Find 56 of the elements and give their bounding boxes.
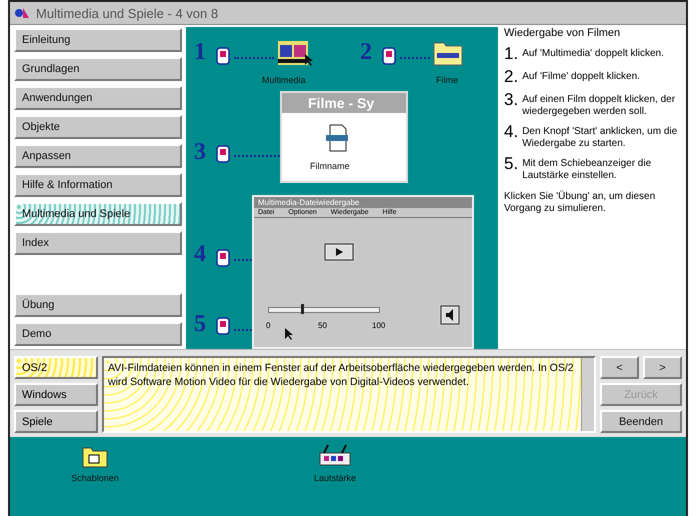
step-text: Auf 'Multimedia' doppelt klicken. xyxy=(522,47,664,60)
step-number: 2 xyxy=(360,39,372,66)
mouse-icon xyxy=(216,249,230,267)
step-text: Auf einen Film doppelt klicken, der wiedergegeben werden soll. xyxy=(522,93,676,117)
sidebar-button[interactable]: Übung xyxy=(14,293,182,317)
step-number: 1. xyxy=(504,45,518,62)
step-text: Mit dem Schiebeanzeiger die Lautstärke einstellen. xyxy=(522,157,652,181)
start-icon xyxy=(324,243,354,261)
step-number: 1 xyxy=(194,39,206,66)
step-number: 5 xyxy=(194,311,206,338)
desktop-icon-label: Schablonen xyxy=(71,473,119,483)
volume-slider[interactable] xyxy=(268,307,380,313)
window-title: Multimedia und Spiele - 4 von 8 xyxy=(36,6,218,20)
file-label: Filmname xyxy=(310,161,350,171)
step-number: 3. xyxy=(504,91,518,108)
pointer-icon xyxy=(304,53,314,67)
step-text: Auf 'Filme' doppelt klicken. xyxy=(522,70,640,82)
topic-button[interactable]: Windows xyxy=(14,383,98,406)
sidebar-item[interactable]: Hilfe & Information xyxy=(14,173,182,197)
topic-button[interactable]: OS/2 xyxy=(14,356,98,379)
volume-mid: 50 xyxy=(318,321,327,330)
step-number: 2. xyxy=(504,68,518,85)
sidebar-item[interactable]: Anpassen xyxy=(14,144,182,168)
sidebar-item[interactable]: Grundlagen xyxy=(14,57,182,81)
sidebar-item[interactable]: Anwendungen xyxy=(14,86,182,110)
sidebar-item[interactable]: Objekte xyxy=(14,115,182,139)
exit-button[interactable]: Beenden xyxy=(600,410,682,433)
instructions-title: Wiedergabe von Filmen xyxy=(504,27,622,39)
step-text: Den Knopf 'Start' anklicken, um die Wiedergabe zu starten. xyxy=(522,125,678,149)
mouse-icon xyxy=(216,47,230,65)
app-icon xyxy=(14,6,30,20)
instructions-note: Klicken Sie 'Übung' an, um diesen Vorgang zu simulieren. xyxy=(504,191,656,214)
pointer-icon xyxy=(284,327,294,341)
sidebar-item[interactable]: Index xyxy=(14,231,182,255)
step-number: 4. xyxy=(504,123,518,140)
mouse-icon xyxy=(216,145,230,163)
description-text: AVI-Filmdateien können in einem Fenster auf der Arbeitsoberfläche wiedergegeben werden. In OS/2 wird Software Motion Video für die Wiedergabe von Digital-Videos verwendet. xyxy=(102,356,596,433)
sidebar-button[interactable]: Demo xyxy=(14,322,182,346)
icon-label: Filme xyxy=(436,75,458,85)
next-button[interactable]: > xyxy=(643,356,682,379)
step-number: 5. xyxy=(504,155,518,172)
previous-button[interactable]: < xyxy=(600,356,639,379)
mouse-icon xyxy=(382,47,396,65)
topic-button[interactable]: Spiele xyxy=(14,410,98,433)
sidebar-item[interactable]: Multimedia und Spiele xyxy=(14,202,182,226)
desktop-icon-label: Lautstärke xyxy=(314,473,356,483)
speaker-icon xyxy=(440,305,460,325)
folder-window-title: Filme - Sy xyxy=(282,93,406,113)
step-number: 3 xyxy=(194,139,206,166)
step-number: 4 xyxy=(194,241,206,268)
icon-label: Multimedia xyxy=(262,75,306,85)
volume-max: 100 xyxy=(372,321,386,330)
volume-min: 0 xyxy=(266,321,270,330)
player-title: Multimedia-Dateiwiedergabe xyxy=(254,197,472,208)
mouse-icon xyxy=(216,317,230,335)
sidebar-item[interactable]: Einleitung xyxy=(14,28,182,52)
